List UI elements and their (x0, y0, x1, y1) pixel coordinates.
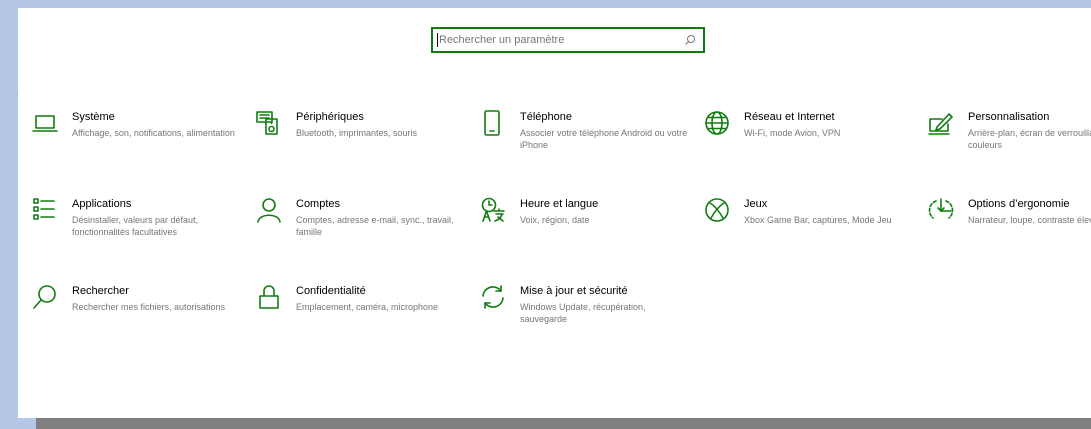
tile-description: Comptes, adresse e-mail, sync., travail,… (296, 215, 454, 237)
tile-description: Désinstaller, valeurs par défaut, foncti… (72, 215, 199, 237)
tile-applications[interactable]: Applications Désinstaller, valeurs par d… (32, 197, 242, 257)
tile-comptes[interactable]: Comptes Comptes, adresse e-mail, sync., … (256, 197, 466, 257)
tile-heure-langue[interactable]: Heure et langue Voix, région, date (480, 197, 690, 257)
tile-description: Arrière-plan, écran de verrouillage, cou… (968, 128, 1091, 150)
tile-description: Affichage, son, notifications, alimentat… (72, 128, 235, 138)
search-input[interactable]: Rechercher un paramètre (431, 27, 705, 53)
pen-tablet-icon (928, 113, 953, 135)
tile-title: Système (72, 111, 115, 123)
tile-description: Rechercher mes fichiers, autorisations (72, 302, 226, 312)
tile-rechercher[interactable]: Rechercher Rechercher mes fichiers, auto… (32, 284, 242, 344)
person-icon (257, 198, 281, 223)
tile-description: Bluetooth, imprimantes, souris (296, 128, 418, 138)
search-icon (33, 285, 56, 309)
tile-title: Rechercher (72, 285, 129, 297)
tile-telephone[interactable]: Téléphone Associer votre téléphone Andro… (480, 110, 690, 170)
tile-peripheriques[interactable]: Périphériques Bluetooth, imprimantes, so… (256, 110, 466, 170)
tile-ergonomie[interactable]: Options d’ergonomie Narrateur, loupe, co… (928, 197, 1091, 257)
clock-language-icon (481, 197, 505, 222)
tile-title: Jeux (744, 198, 768, 210)
tile-systeme[interactable]: Système Affichage, son, notifications, a… (32, 110, 242, 170)
search-placeholder: Rechercher un paramètre (439, 34, 565, 46)
tile-title: Périphériques (296, 111, 364, 123)
tile-title: Comptes (296, 198, 341, 210)
tile-personnalisation[interactable]: Personnalisation Arrière-plan, écran de … (928, 110, 1091, 170)
tile-title: Téléphone (520, 111, 572, 123)
tile-description: Narrateur, loupe, contraste élevé (968, 215, 1091, 225)
tile-reseau[interactable]: Réseau et Internet Wi-Fi, mode Avion, VP… (704, 110, 914, 170)
tile-jeux[interactable]: Jeux Xbox Game Bar, captures, Mode Jeu (704, 197, 914, 257)
text-caret (437, 33, 438, 47)
tile-description: Xbox Game Bar, captures, Mode Jeu (744, 215, 892, 225)
app-list-icon (33, 198, 55, 220)
tile-title: Heure et langue (520, 198, 599, 210)
sync-icon (482, 285, 504, 309)
tile-description: Associer votre téléphone Android ou votr… (520, 128, 688, 150)
tile-title: Mise à jour et sécurité (520, 285, 628, 297)
taskbar-strip (36, 418, 1091, 429)
tile-title: Options d’ergonomie (968, 198, 1070, 210)
tile-confidentialite[interactable]: Confidentialité Emplacement, caméra, mic… (256, 284, 466, 344)
phone-icon (484, 110, 500, 136)
tile-description: Voix, région, date (520, 215, 590, 225)
xbox-icon (705, 198, 729, 222)
keyboard-speaker-icon (256, 111, 278, 135)
tile-title: Confidentialité (296, 285, 366, 297)
laptop-icon (32, 115, 58, 132)
globe-icon (705, 111, 729, 135)
lock-icon (259, 285, 279, 309)
search-icon (685, 35, 695, 45)
tile-description: Emplacement, caméra, microphone (296, 302, 439, 312)
tile-mise-a-jour[interactable]: Mise à jour et sécurité Windows Update, … (480, 284, 690, 344)
tile-title: Personnalisation (968, 111, 1050, 123)
ease-of-access-icon (928, 198, 954, 219)
tile-description: Windows Update, récupération, sauvegarde (520, 302, 646, 324)
tile-title: Applications (72, 198, 132, 210)
tile-title: Réseau et Internet (744, 111, 835, 123)
tile-description: Wi-Fi, mode Avion, VPN (744, 128, 841, 138)
